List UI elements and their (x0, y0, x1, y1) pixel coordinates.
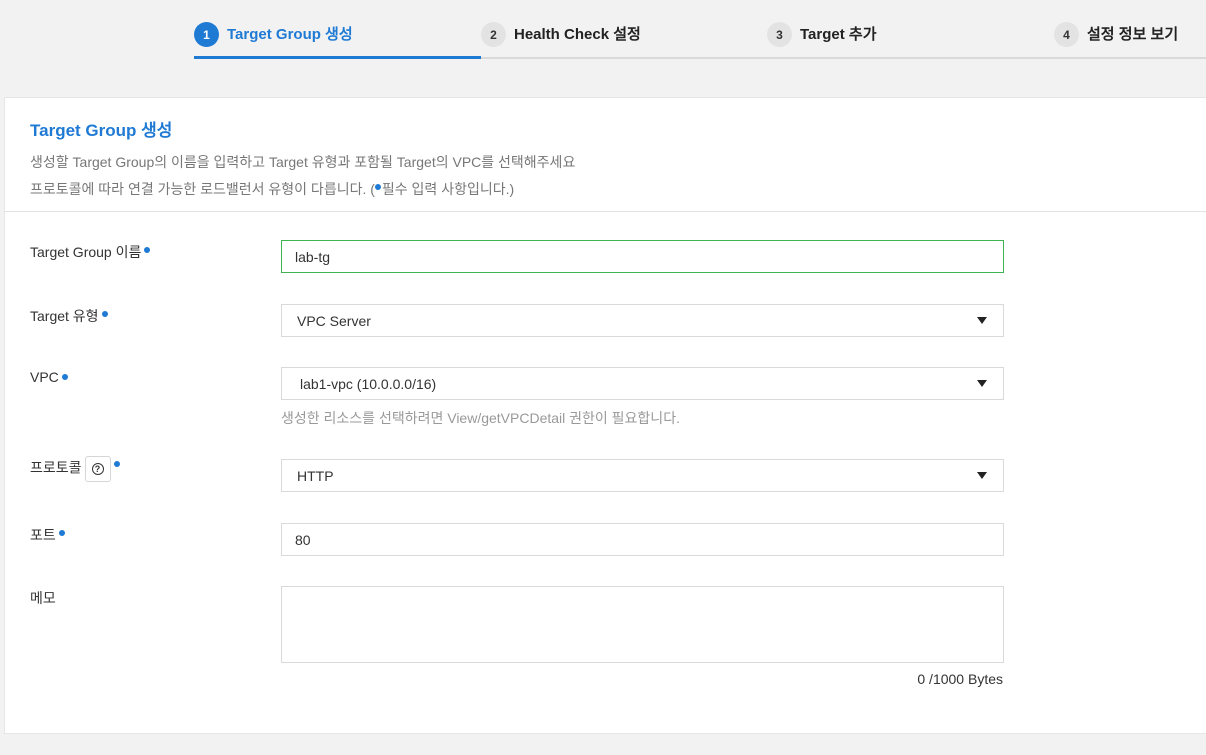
description-line-1: 생성할 Target Group의 이름을 입력하고 Target 유형과 포함… (30, 154, 576, 170)
select-value: lab1-vpc (10.0.0.0/16) (300, 375, 437, 392)
protocol-help-button[interactable]: ? (84, 456, 111, 482)
step-1-target-group[interactable]: 1 Target Group 생성 (194, 22, 353, 58)
port-label: 포트 (30, 525, 65, 545)
caret-down-icon (977, 380, 987, 387)
required-dot-icon (58, 530, 65, 536)
label-text: Target Group 이름 (30, 244, 142, 260)
target-type-label: Target 유형 (30, 306, 108, 326)
wizard-stepper: 1 Target Group 생성 2 Health Check 설정 3 Ta… (0, 0, 1206, 60)
vpc-label: VPC (30, 369, 68, 385)
port-input[interactable]: 80 (281, 523, 1004, 556)
required-dot-icon (374, 184, 381, 190)
memo-label: 메모 (30, 588, 56, 608)
step-2-health-check[interactable]: 2 Health Check 설정 (481, 22, 641, 58)
memo-textarea[interactable] (281, 586, 1004, 663)
select-value: HTTP (297, 467, 334, 484)
input-value: 80 (295, 531, 311, 548)
page-title: Target Group 생성 (30, 121, 173, 140)
step-label: 설정 정보 보기 (1087, 26, 1179, 43)
vpc-help-text: 생성한 리소스를 선택하려면 View/getVPCDetail 권한이 필요합… (281, 410, 680, 426)
vpc-select[interactable]: lab1-vpc (10.0.0.0/16) (281, 367, 1004, 400)
panel-description: 생성할 Target Group의 이름을 입력하고 Target 유형과 포함… (30, 149, 1206, 203)
protocol-label: 프로토콜? (30, 456, 120, 482)
form-panel: Target Group 생성 생성할 Target Group의 이름을 입력… (4, 97, 1206, 734)
step-number: 4 (1054, 22, 1079, 47)
protocol-select[interactable]: HTTP (281, 459, 1004, 492)
required-dot-icon (101, 311, 108, 317)
select-value: VPC Server (297, 312, 371, 329)
label-text: 프로토콜 (30, 459, 82, 476)
step-number: 3 (767, 22, 792, 47)
description-prefix: 프로토콜에 따라 연결 가능한 로드밸런서 유형이 다릅니다. ( (30, 181, 375, 197)
input-value: lab-tg (295, 248, 331, 265)
question-circle-icon: ? (91, 463, 104, 475)
step-number: 1 (194, 22, 219, 47)
step-4-review[interactable]: 4 설정 정보 보기 (1054, 22, 1178, 58)
target-group-name-input[interactable]: lab-tg (281, 240, 1004, 273)
caret-down-icon (977, 317, 987, 324)
caret-down-icon (977, 472, 987, 479)
description-line-2: 프로토콜에 따라 연결 가능한 로드밸런서 유형이 다릅니다. ( 필수 입력 사… (30, 176, 1206, 203)
target-group-name-label: Target Group 이름 (30, 242, 151, 262)
required-dot-icon (61, 374, 68, 380)
label-text: 메모 (30, 590, 56, 606)
step-number: 2 (481, 22, 506, 47)
step-label: Target 추가 (800, 26, 877, 43)
required-dot-icon (144, 247, 151, 253)
step-label: Target Group 생성 (227, 26, 353, 43)
step-label: Health Check 설정 (514, 26, 641, 43)
required-dot-icon (113, 461, 120, 467)
step-3-add-target[interactable]: 3 Target 추가 (767, 22, 877, 58)
label-text: Target 유형 (30, 308, 99, 324)
panel-header: Target Group 생성 생성할 Target Group의 이름을 입력… (5, 98, 1206, 212)
target-type-select[interactable]: VPC Server (281, 304, 1004, 337)
memo-byte-counter: 0 /1000 Bytes (917, 671, 1003, 687)
description-suffix: 필수 입력 사항입니다.) (381, 181, 515, 197)
label-text: 포트 (30, 527, 56, 543)
label-text: VPC (30, 369, 59, 385)
